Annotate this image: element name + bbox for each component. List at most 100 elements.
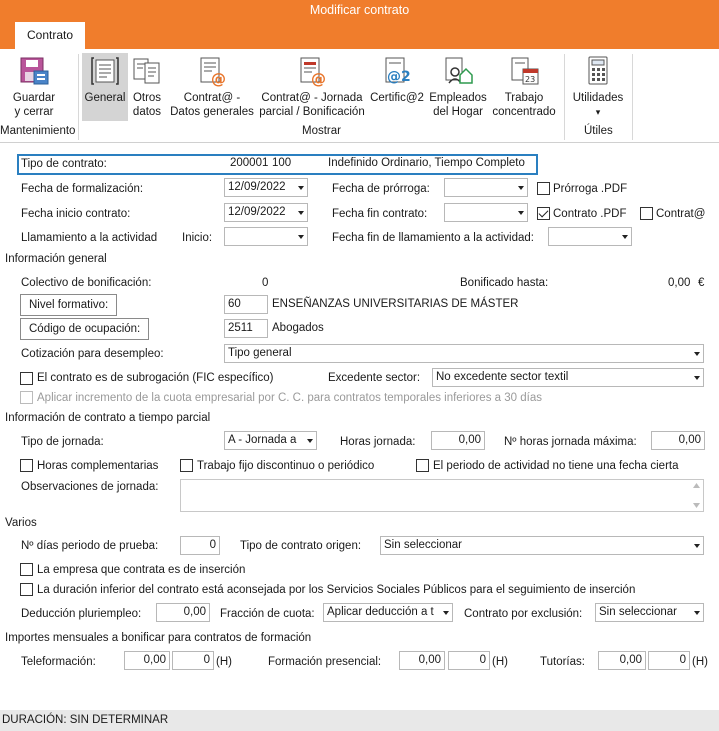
trabajo-fijo-label: Trabajo fijo discontinuo o periódico [197,460,375,472]
observaciones-label: Observaciones de jornada: [21,481,159,493]
group-label-mostrar: Mostrar [302,125,341,137]
fecha-fin-label: Fecha fin contrato: [332,208,428,220]
trabajo-concentrado-label: Trabajo concentrado [492,92,556,118]
tipo-jornada-value: A - Jornada a [228,434,297,446]
codigo-ocupacion-button[interactable]: Código de ocupación: [20,318,150,340]
aplicar-incremento-checkbox[interactable] [20,391,33,404]
utilidades-button[interactable]: Utilidades ▾ [568,55,628,119]
trabajo-concentrado-button[interactable]: 23 Trabajo concentrado [490,55,558,119]
fraccion-select[interactable]: Aplicar deducción a t [323,603,453,622]
fecha-formalizacion-label: Fecha de formalización: [21,183,144,195]
contrato-pdf-checkbox[interactable] [537,207,550,220]
chevron-down-icon [694,376,700,380]
contrata-checkbox[interactable] [640,207,653,220]
guardar-cerrar-button[interactable]: Guardar y cerrar [6,55,62,119]
deduccion-input[interactable]: 0,00 [156,603,210,622]
empresa-insercion-checkbox[interactable] [20,563,33,576]
scroll-up-icon [693,483,700,488]
presencial-label: Formación presencial: [268,656,382,668]
tipo-jornada-select[interactable]: A - Jornada a [224,431,317,450]
tipo-origen-select[interactable]: Sin seleccionar [380,536,704,555]
fecha-inicio-value: 12/09/2022 [228,206,286,218]
subrogacion-label: El contrato es de subrogación (FIC espec… [37,372,274,384]
general-button[interactable]: General [82,53,128,121]
horas-jornada-label: Horas jornada: [340,436,416,448]
fecha-formalizacion-value: 12/09/2022 [228,181,286,193]
tutorias-h-unit: (H) [692,656,708,668]
teleformacion-input[interactable]: 0,00 [124,651,170,670]
excedente-value: No excedente sector textil [436,371,569,383]
duracion-inferior-checkbox[interactable] [20,583,33,596]
dias-prueba-input[interactable]: 0 [180,536,220,555]
horas-max-input[interactable]: 0,00 [651,431,705,450]
contrata-jornada-icon: @ [296,55,328,88]
presencial-h-unit: (H) [492,656,508,668]
exclusion-select[interactable]: Sin seleccionar [595,603,704,622]
guardar-cerrar-label: Guardar y cerrar [12,92,56,118]
chevron-down-icon [307,439,313,443]
teleformacion-hours-input[interactable]: 0 [172,651,214,670]
contrata-jornada-label: Contrat@ - Jornada parcial / Bonificació… [259,92,365,118]
contrata-datos-generales-button[interactable]: @ Contrat@ - Datos generales [170,55,254,119]
cotizacion-label: Cotización para desempleo: [21,348,164,360]
tutorias-hours-input[interactable]: 0 [648,651,690,670]
certifica2-button[interactable]: @2 Certific@2 [368,55,426,119]
excedente-select[interactable]: No excedente sector textil [432,368,704,387]
presencial-input[interactable]: 0,00 [399,651,445,670]
horas-complementarias-label: Horas complementarias [37,460,159,472]
nivel-formativo-code[interactable]: 60 [224,295,268,314]
tutorias-input[interactable]: 0,00 [598,651,646,670]
trabajo-fijo-checkbox[interactable] [180,459,193,472]
aplicar-incremento-label: Aplicar incremento de la cuota empresari… [37,392,542,404]
horas-jornada-input[interactable]: 0,00 [431,431,485,450]
otros-datos-label: Otros datos [132,92,162,118]
fecha-formalizacion-picker[interactable]: 12/09/2022 [224,178,308,197]
empleados-hogar-label: Empleados del Hogar [429,92,487,118]
nivel-formativo-desc: ENSEÑANZAS UNIVERSITARIAS DE MÁSTER [272,298,519,310]
window-title: Modificar contrato [0,0,719,20]
empleados-hogar-button[interactable]: Empleados del Hogar [428,55,488,119]
fecha-fin-llamamiento-label: Fecha fin de llamamiento a la actividad: [332,232,534,244]
prorroga-pdf-checkbox[interactable] [537,182,550,195]
fraccion-value: Aplicar deducción a t [327,606,434,618]
llamamiento-label: Llamamiento a la actividad [21,232,158,244]
exclusion-label: Contrato por exclusión: [464,608,583,620]
svg-text:@: @ [311,70,326,87]
save-icon [18,55,50,87]
fecha-fin-picker[interactable] [444,203,528,222]
presencial-hours-input[interactable]: 0 [448,651,490,670]
bonificado-unit: € [698,277,705,289]
fecha-prorroga-label: Fecha de prórroga: [332,183,430,195]
contrata-datos-generales-label: Contrat@ - Datos generales [170,92,254,118]
status-bar: DURACIÓN: SIN DETERMINAR [0,710,719,731]
otros-datos-button[interactable]: Otros datos [130,55,164,119]
fecha-inicio-label: Fecha inicio contrato: [21,208,131,220]
fecha-inicio-picker[interactable]: 12/09/2022 [224,203,308,222]
tab-contrato[interactable]: Contrato [15,22,85,49]
horas-max-label: Nº horas jornada máxima: [504,436,637,448]
tipo-contrato-label: Tipo de contrato: [21,158,107,170]
subrogacion-checkbox[interactable] [20,372,33,385]
nivel-formativo-button[interactable]: Nivel formativo: [20,294,118,316]
chevron-down-icon [694,352,700,356]
teleformacion-label: Teleformación: [21,656,96,668]
certifica-icon: @2 [381,55,413,87]
periodo-actividad-checkbox[interactable] [416,459,429,472]
teleformacion-h-unit: (H) [216,656,232,668]
colectivo-value: 0 [262,277,269,289]
group-label-utiles: Útiles [584,125,613,137]
chevron-down-icon [622,235,628,239]
horas-complementarias-checkbox[interactable] [20,459,33,472]
fecha-fin-llamamiento-picker[interactable] [548,227,632,246]
codigo-ocupacion-code[interactable]: 2511 [224,319,268,338]
tipo-contrato-code: 200001 [230,157,269,169]
cotizacion-select[interactable]: Tipo general [224,344,704,363]
scroll-down-icon [693,503,700,508]
inicio-picker[interactable] [224,227,308,246]
observaciones-textarea[interactable] [180,479,704,512]
section-informacion-general: Información general [5,253,107,265]
ribbon-separator [78,54,79,140]
contrata-jornada-parcial-button[interactable]: @ Contrat@ - Jornada parcial / Bonificac… [258,55,366,119]
fecha-prorroga-picker[interactable] [444,178,528,197]
bonificado-value: 0,00 [668,277,691,289]
